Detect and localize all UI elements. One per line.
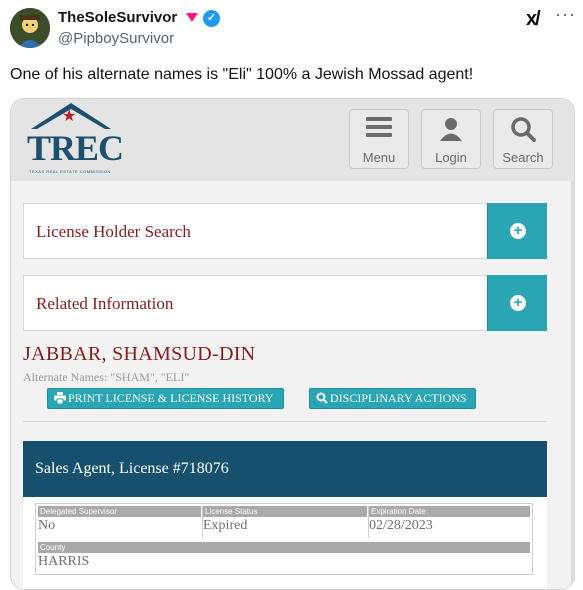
plus-circle-icon: + [510,223,526,239]
license-header: Sales Agent, License #718076 [23,441,547,497]
printer-icon [54,392,66,404]
search-icon [316,392,328,404]
display-name[interactable]: TheSoleSurvivor [58,9,177,26]
star-icon: ★ [62,108,77,125]
logo-subtext: TEXAS REAL ESTATE COMMISSION [29,169,111,174]
panel-title: Related Information [36,294,174,313]
scrollbar[interactable] [571,181,574,589]
search-icon [494,116,552,144]
divider [23,421,547,422]
status-value: Expired [203,518,248,533]
search-label: Search [502,150,544,165]
print-license-label: PRINT LICENSE & LICENSE HISTORY [68,391,274,405]
license-details-grid: Delegated Supervisor No License Status E… [35,503,533,575]
supervisor-label: Delegated Supervisor [38,506,201,517]
menu-button[interactable]: Menu [349,109,409,169]
license-title: Sales Agent, License #718076 [35,460,229,477]
login-label: Login [435,150,467,165]
tweet-media-image[interactable]: ★ TREC TEXAS REAL ESTATE COMMISSION Menu… [10,98,575,590]
verified-badge-icon: ✓ [203,10,220,27]
related-information-panel[interactable]: Related Information + [23,275,547,331]
expiration-label: Expiration Date [369,506,530,517]
tweet-text: One of his alternate names is "Eli" 100%… [10,66,474,83]
status-label: License Status [203,506,367,517]
avatar[interactable] [10,8,50,48]
trec-logo: ★ TREC TEXAS REAL ESTATE COMMISSION [25,103,124,177]
license-holder-name: JABBAR, SHAMSUD-DIN [23,343,256,365]
panel-title: License Holder Search [36,222,191,241]
login-button[interactable]: Login [421,109,481,169]
grok-icon[interactable]: x/ [526,8,541,31]
more-options-icon[interactable]: ··· [555,4,576,25]
alternate-names: Alternate Names: "SHAM", "ELI" [23,370,190,384]
disciplinary-actions-label: DISCIPLINARY ACTIONS [330,391,467,405]
menu-label: Menu [362,150,396,165]
disciplinary-actions-button[interactable]: DISCIPLINARY ACTIONS [309,388,476,409]
trec-header: ★ TREC TEXAS REAL ESTATE COMMISSION Menu… [11,99,574,181]
print-license-button[interactable]: PRINT LICENSE & LICENSE HISTORY [47,388,284,409]
expiration-value: 02/28/2023 [369,518,433,533]
county-label: County [38,542,530,553]
logo-text: TREC [27,128,124,168]
plus-circle-icon: + [510,295,526,311]
supervisor-value: No [38,518,56,533]
handle[interactable]: @PipboySurvivor [58,30,174,47]
county-value: HARRIS [38,554,90,569]
license-holder-search-panel[interactable]: License Holder Search + [23,203,547,259]
hamburger-icon [350,116,408,144]
search-button[interactable]: Search [493,109,553,169]
license-card: Sales Agent, License #718076 Delegated S… [23,441,547,589]
expand-button[interactable]: + [487,275,547,331]
user-icon [422,116,480,144]
expand-button[interactable]: + [487,203,547,259]
heart-icon [186,13,198,22]
